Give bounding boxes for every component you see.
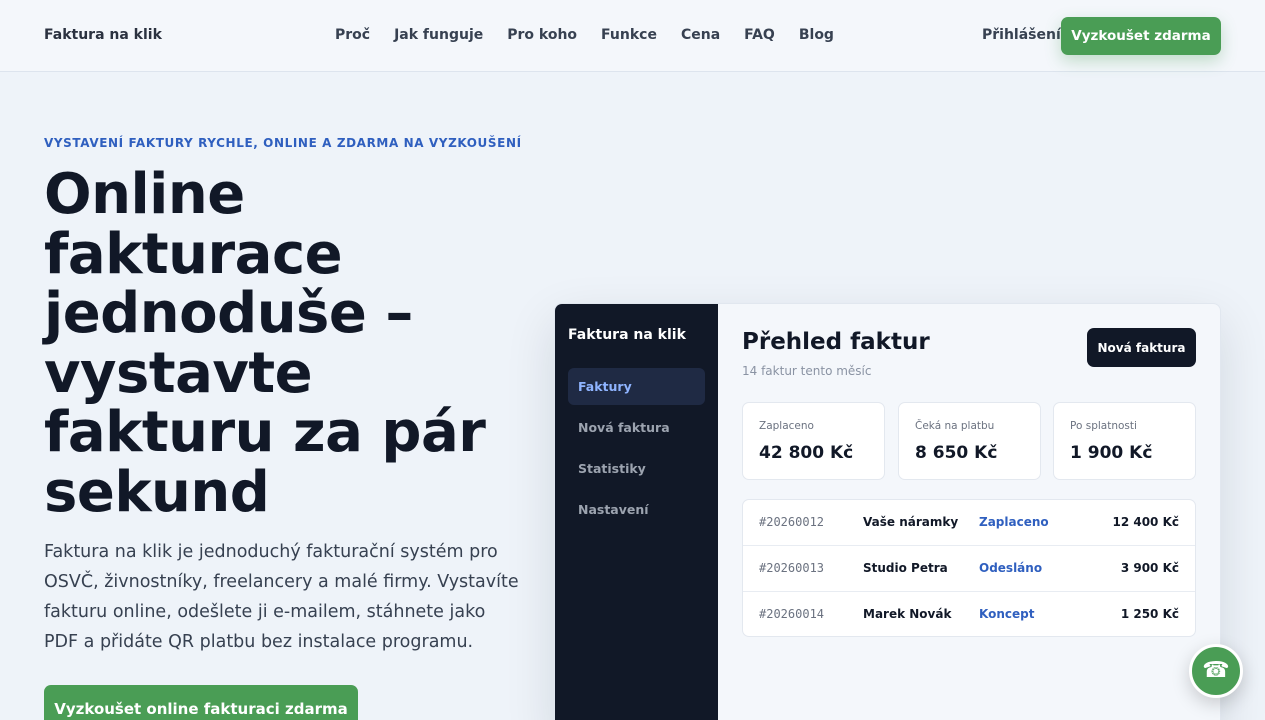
nav-link-faq[interactable]: FAQ [744, 27, 775, 43]
hero-eyebrow: VYSTAVENÍ FAKTURY RYCHLE, ONLINE A ZDARM… [44, 136, 522, 150]
nav-link-funkce[interactable]: Funkce [601, 27, 657, 43]
stat-label: Čeká na platbu [915, 420, 995, 432]
nav-link-blog[interactable]: Blog [799, 27, 834, 43]
status-badge: Koncept [979, 607, 1035, 621]
invoices-subtitle: 14 faktur tento měsíc [742, 364, 872, 378]
app-preview: Faktura na klik Faktury Nová faktura Sta… [554, 303, 1221, 720]
invoice-id: #20260013 [759, 561, 825, 575]
sidebar-item-nova-faktura[interactable]: Nová faktura [568, 409, 705, 446]
stat-label: Po splatnosti [1070, 420, 1137, 432]
status-badge: Odesláno [979, 561, 1043, 575]
client-name: Vaše náramky [863, 515, 959, 529]
invoice-table: #20260012 Vaše náramky Zaplaceno 12 400 … [742, 499, 1196, 637]
hero-description: Faktura na klik je jednoduchý fakturační… [44, 542, 519, 652]
table-row[interactable]: #20260014 Marek Novák Koncept 1 250 Kč [743, 592, 1195, 636]
stat-card-paid: Zaplaceno 42 800 Kč [742, 402, 885, 480]
client-name: Studio Petra [863, 561, 948, 575]
hero-title: Online fakturace jednoduše – vystavte fa… [44, 162, 486, 525]
new-invoice-button[interactable]: Nová faktura [1087, 328, 1196, 367]
invoice-amount: 12 400 Kč [1112, 515, 1179, 529]
invoices-title: Přehled faktur [742, 329, 930, 355]
stat-card-overdue: Po splatnosti 1 900 Kč [1053, 402, 1196, 480]
phone-icon[interactable]: ☎ [1189, 644, 1243, 698]
hero-cta-button[interactable]: Vyzkoušet online fakturaci zdarma [44, 685, 358, 720]
invoice-amount: 1 250 Kč [1120, 607, 1179, 621]
invoice-id: #20260014 [759, 607, 825, 621]
table-row[interactable]: #20260013 Studio Petra Odesláno 3 900 Kč [743, 546, 1195, 592]
stat-value: 42 800 Kč [759, 443, 854, 463]
table-row[interactable]: #20260012 Vaše náramky Zaplaceno 12 400 … [743, 500, 1195, 546]
main-nav: Proč Jak funguje Pro koho Funkce Cena FA… [335, 27, 858, 43]
nav-link-proc[interactable]: Proč [335, 27, 370, 43]
stat-label: Zaplaceno [759, 420, 814, 432]
nav-link-pro-koho[interactable]: Pro koho [507, 27, 577, 43]
site-header: Faktura na klik Proč Jak funguje Pro koh… [0, 0, 1265, 72]
stat-value: 8 650 Kč [915, 443, 998, 463]
try-free-button[interactable]: Vyzkoušet zdarma [1061, 17, 1221, 55]
sidebar-item-faktury[interactable]: Faktury [568, 368, 705, 405]
stat-card-pending: Čeká na platbu 8 650 Kč [898, 402, 1041, 480]
stat-value: 1 900 Kč [1070, 443, 1153, 463]
nav-link-jak-funguje[interactable]: Jak funguje [394, 27, 483, 43]
status-badge: Zaplaceno [979, 515, 1049, 529]
invoice-amount: 3 900 Kč [1120, 561, 1179, 575]
sidebar-item-nastaveni[interactable]: Nastavení [568, 491, 705, 528]
app-sidebar: Faktura na klik Faktury Nová faktura Sta… [555, 304, 718, 720]
login-link[interactable]: Přihlášení [982, 27, 1061, 43]
invoice-id: #20260012 [759, 515, 825, 529]
sidebar-item-statistiky[interactable]: Statistiky [568, 450, 705, 487]
nav-link-cena[interactable]: Cena [681, 27, 720, 43]
client-name: Marek Novák [863, 607, 952, 621]
brand-logo[interactable]: Faktura na klik [44, 27, 162, 43]
app-main: Přehled faktur 14 faktur tento měsíc Nov… [718, 304, 1220, 720]
app-brand: Faktura na klik [568, 327, 686, 343]
